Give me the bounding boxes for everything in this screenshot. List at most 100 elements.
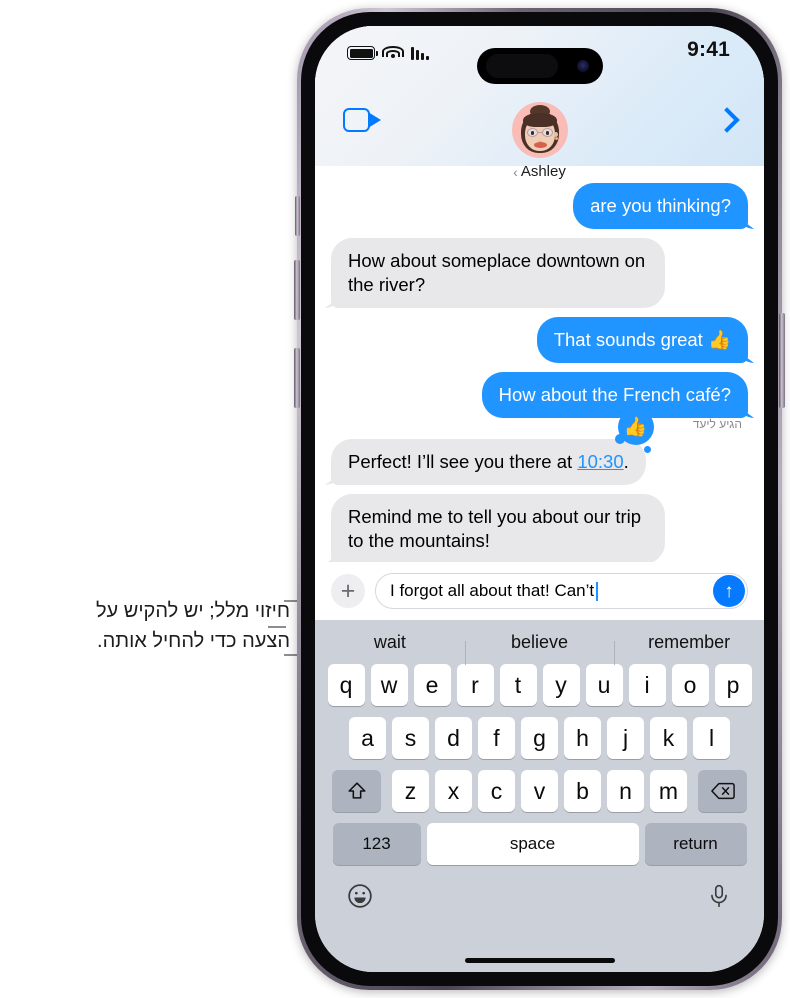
key-o[interactable]: o: [671, 664, 709, 706]
message-text-after-link: .: [623, 451, 629, 472]
shift-key[interactable]: [332, 770, 381, 812]
key-u[interactable]: u: [585, 664, 623, 706]
cellular-signal-icon: [411, 46, 429, 60]
annotation-callout: חיזוי מלל; יש להקיש על הצעה כדי להחיל או…: [0, 596, 300, 656]
key-q[interactable]: q: [327, 664, 365, 706]
message-input-field[interactable]: I forgot all about that! Can’t ↑: [375, 573, 748, 609]
iphone-device-frame: are you thinking? How about someplace do…: [294, 8, 785, 990]
shift-icon: [347, 782, 366, 799]
contact-header[interactable]: ‹ Ashley: [440, 102, 640, 180]
memoji-glasses-bridge: [536, 132, 543, 134]
key-z[interactable]: z: [392, 770, 429, 812]
key-d[interactable]: d: [435, 717, 472, 759]
callout-bracket-stem: [268, 626, 286, 628]
text-caret: [596, 581, 599, 601]
avatar[interactable]: [511, 102, 568, 158]
message-bubble-outgoing[interactable]: are you thinking?: [573, 183, 748, 229]
message-row[interactable]: How about the French café?: [315, 372, 764, 418]
volume-up-button[interactable]: [294, 260, 300, 320]
message-text: How about the French café?: [498, 384, 731, 405]
mute-switch-button[interactable]: [295, 196, 300, 236]
key-v[interactable]: v: [521, 770, 558, 812]
message-input-bar: + I forgot all about that! Can’t ↑: [315, 562, 764, 620]
thumbs-up-icon: 👍: [623, 416, 648, 438]
message-bubble-outgoing[interactable]: How about the French café?: [481, 372, 748, 418]
key-f[interactable]: f: [478, 717, 515, 759]
keyboard-bottom-bar: [315, 875, 764, 909]
message-bubble-outgoing[interactable]: That sounds great 👍: [536, 317, 748, 363]
memoji-fringe: [522, 113, 557, 127]
device-screen: are you thinking? How about someplace do…: [315, 26, 764, 972]
video-camera-lens: [368, 112, 381, 128]
key-s[interactable]: s: [392, 717, 429, 759]
prediction-chip-2[interactable]: believe: [464, 632, 615, 665]
message-text: That sounds great 👍: [553, 329, 731, 350]
microphone-icon[interactable]: [706, 883, 732, 909]
back-chevron-icon[interactable]: ‹: [513, 165, 518, 179]
key-y[interactable]: y: [542, 664, 580, 706]
key-r[interactable]: r: [456, 664, 494, 706]
battery-icon: [347, 46, 378, 60]
time-link[interactable]: 10:30: [577, 451, 623, 472]
facetime-video-icon[interactable]: [343, 108, 383, 134]
message-text-before-link: Perfect! I’ll see you there at: [348, 451, 578, 472]
prediction-chip-3[interactable]: remember: [614, 632, 764, 665]
send-arrow-icon: ↑: [724, 580, 734, 602]
message-row[interactable]: are you thinking?: [315, 183, 764, 229]
wifi-icon: [382, 46, 404, 60]
annotation-text: חיזוי מלל; יש להקיש על הצעה כדי להחיל או…: [95, 600, 290, 652]
key-x[interactable]: x: [435, 770, 472, 812]
space-key[interactable]: space: [426, 823, 639, 865]
status-bar-clock: 9:41: [687, 38, 730, 61]
key-c[interactable]: c: [478, 770, 515, 812]
video-camera-body: [343, 108, 370, 132]
message-bubble-incoming[interactable]: How about someplace downtown on the rive…: [331, 238, 665, 308]
chevron-right-icon[interactable]: [714, 108, 738, 134]
memoji-earring: [554, 137, 558, 140]
key-w[interactable]: w: [370, 664, 408, 706]
key-a[interactable]: a: [349, 717, 386, 759]
onscreen-keyboard: wait believe remember q w e r t y u i o …: [315, 620, 764, 972]
delivered-status: הגיע ליעד: [692, 417, 742, 431]
key-t[interactable]: t: [499, 664, 537, 706]
status-indicators: [347, 42, 429, 64]
prediction-chip-1[interactable]: wait: [315, 632, 465, 653]
message-row[interactable]: How about someplace downtown on the rive…: [315, 238, 764, 308]
contact-name: Ashley: [520, 163, 566, 180]
message-bubble-incoming[interactable]: Perfect! I’ll see you there at 10:30. 👍: [331, 409, 654, 485]
message-row[interactable]: Remind me to tell you about our trip to …: [315, 494, 764, 564]
keyboard-row-1: q w e r t y u i o p: [315, 664, 764, 706]
message-scroll-area: are you thinking? How about someplace do…: [315, 183, 764, 571]
memoji-eye-right: [545, 131, 549, 135]
key-l[interactable]: l: [693, 717, 730, 759]
key-p[interactable]: p: [714, 664, 752, 706]
key-e[interactable]: e: [413, 664, 451, 706]
message-bubble-incoming[interactable]: Remind me to tell you about our trip to …: [331, 494, 665, 564]
key-k[interactable]: k: [650, 717, 687, 759]
send-button[interactable]: ↑: [713, 575, 745, 607]
side-power-button[interactable]: [779, 313, 785, 408]
key-j[interactable]: j: [607, 717, 644, 759]
tapback-thumbs-up[interactable]: 👍: [614, 409, 654, 453]
message-text: are you thinking?: [590, 195, 731, 216]
message-row[interactable]: That sounds great 👍: [315, 317, 764, 363]
emoji-icon[interactable]: [347, 883, 373, 909]
key-m[interactable]: m: [650, 770, 687, 812]
dynamic-island: [476, 48, 603, 84]
key-n[interactable]: n: [607, 770, 644, 812]
add-attachment-button[interactable]: +: [331, 574, 365, 608]
message-row[interactable]: Perfect! I’ll see you there at 10:30. 👍: [315, 409, 764, 485]
key-i[interactable]: i: [628, 664, 666, 706]
contact-name-row[interactable]: ‹ Ashley: [440, 163, 640, 180]
return-key[interactable]: return: [644, 823, 747, 865]
key-g[interactable]: g: [521, 717, 558, 759]
key-h[interactable]: h: [564, 717, 601, 759]
backspace-key[interactable]: [698, 770, 747, 812]
memoji-lips: [533, 142, 547, 148]
key-b[interactable]: b: [564, 770, 601, 812]
numbers-key[interactable]: 123: [332, 823, 421, 865]
message-text: How about someplace downtown on the rive…: [348, 250, 646, 295]
keyboard-row-2: a s d f g h j k l: [315, 717, 764, 759]
home-indicator[interactable]: [464, 958, 615, 963]
volume-down-button[interactable]: [294, 348, 300, 408]
